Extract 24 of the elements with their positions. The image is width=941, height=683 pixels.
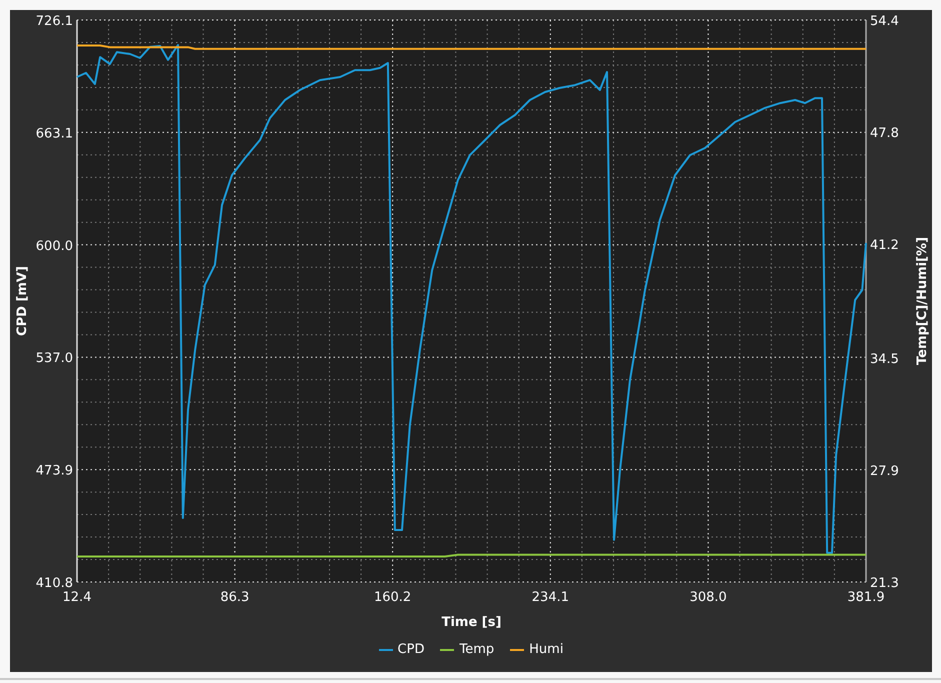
axis-tick-label: 234.1: [532, 590, 569, 605]
axis-tick-label: 663.1: [36, 126, 73, 142]
axis-tick-label: 54.4: [870, 14, 899, 29]
axis-tick-label: 600.0: [36, 238, 73, 254]
axis-tick-label: 21.3: [870, 576, 899, 591]
legend-label: Temp: [459, 642, 494, 657]
axis-tick-label: 12.4: [62, 590, 92, 605]
axis-tick-label: 410.8: [36, 576, 73, 591]
axis-tick-label: 308.0: [690, 590, 727, 605]
axis-tick-label: 160.2: [374, 590, 412, 605]
axis-tick-label: 537.0: [36, 351, 73, 366]
axis-title: Time [s]: [442, 615, 502, 630]
axis-tick-label: 726.1: [36, 14, 73, 29]
axis-tick-label: 86.3: [220, 590, 250, 605]
axis-tick-label: 473.9: [36, 464, 73, 479]
legend-label: Humi: [529, 642, 564, 657]
legend-label: CPD: [398, 642, 424, 657]
axis-tick-label: 381.9: [847, 590, 885, 605]
axis-tick-label: 34.5: [870, 352, 899, 367]
axis-tick-label: 27.9: [870, 464, 899, 479]
axis-tick-label: 47.8: [870, 126, 899, 142]
axis-title: Temp[C]/Humi[%]: [915, 236, 930, 366]
axis-title: CPD [mV]: [15, 266, 30, 336]
axis-tick-label: 41.2: [870, 238, 899, 254]
